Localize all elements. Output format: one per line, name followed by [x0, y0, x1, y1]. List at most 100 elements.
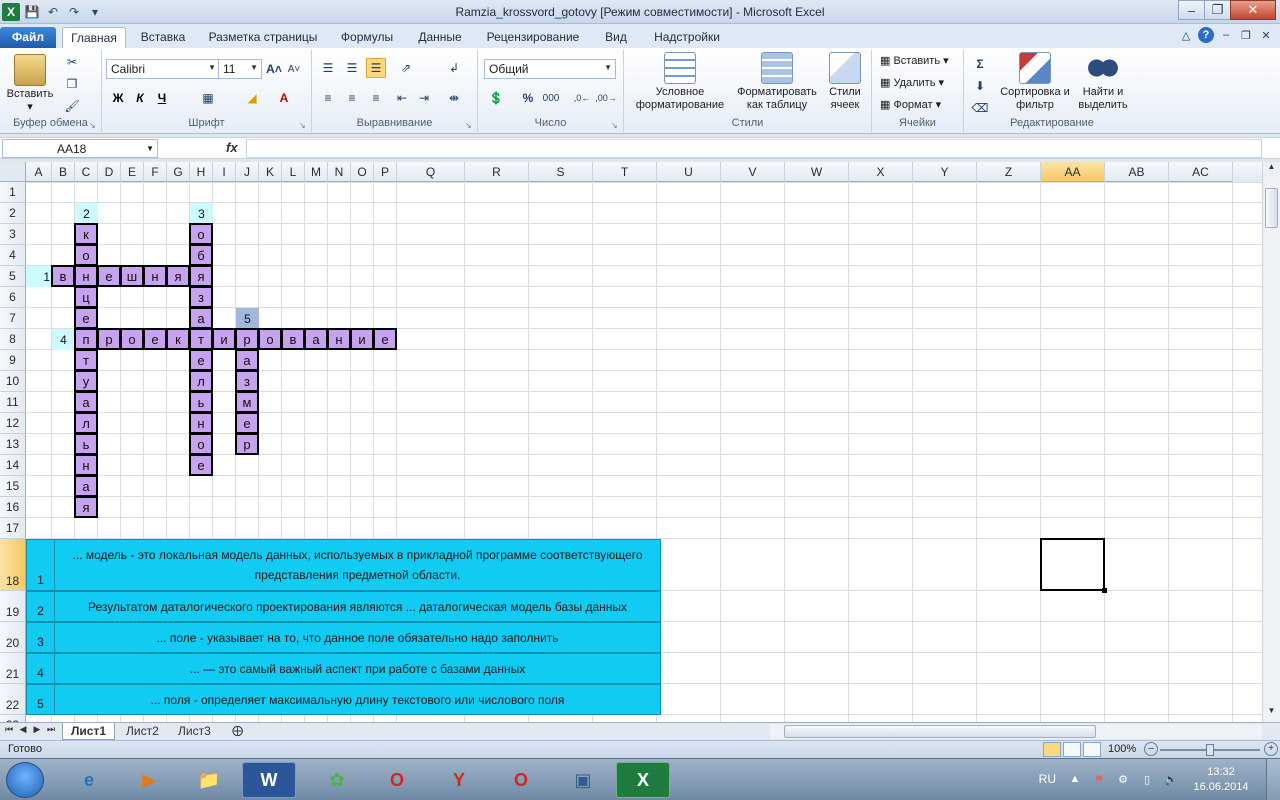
- crossword-letter-cell[interactable]: у: [74, 370, 98, 392]
- tab-file[interactable]: Файл: [0, 27, 56, 48]
- column-header[interactable]: AB: [1105, 162, 1169, 182]
- yandex-browser-icon[interactable]: Y: [432, 762, 486, 798]
- crossword-letter-cell[interactable]: а: [74, 475, 98, 497]
- close-button[interactable]: ✕: [1230, 0, 1276, 20]
- row-header[interactable]: 12: [0, 413, 26, 434]
- column-header[interactable]: X: [849, 162, 913, 182]
- row-header[interactable]: 17: [0, 518, 26, 539]
- crossword-letter-cell[interactable]: р: [235, 328, 259, 350]
- align-right-icon[interactable]: ≡: [366, 88, 386, 108]
- column-header[interactable]: N: [328, 162, 351, 182]
- scroll-up-icon[interactable]: ▲: [1263, 162, 1280, 178]
- zoom-in-icon[interactable]: +: [1264, 742, 1278, 756]
- sheet-tab-3[interactable]: Лист3: [170, 723, 219, 740]
- tab-review[interactable]: Рецензирование: [478, 27, 588, 48]
- column-header[interactable]: F: [144, 162, 167, 182]
- column-header[interactable]: C: [75, 162, 98, 182]
- thousands-button[interactable]: 000: [538, 88, 564, 108]
- maximize-button[interactable]: ❐: [1204, 0, 1231, 20]
- opera-alt-icon[interactable]: O: [494, 762, 548, 798]
- crossword-letter-cell[interactable]: б: [189, 244, 213, 266]
- clue-row[interactable]: 2 Результатом даталогического проектирова…: [26, 591, 661, 622]
- column-header[interactable]: O: [351, 162, 374, 182]
- clue-row[interactable]: 3 ... поле - указывает на то, что данное …: [26, 622, 661, 653]
- crossword-letter-cell[interactable]: н: [143, 265, 167, 287]
- tray-app-icon[interactable]: ⚙: [1116, 773, 1130, 787]
- crossword-number-cell[interactable]: 1: [26, 266, 52, 287]
- copy-icon[interactable]: ❐: [62, 74, 82, 94]
- crossword-letter-cell[interactable]: е: [235, 412, 259, 434]
- crossword-letter-cell[interactable]: е: [189, 454, 213, 476]
- column-header[interactable]: M: [305, 162, 328, 182]
- align-middle-icon[interactable]: ☰: [342, 58, 362, 78]
- column-header[interactable]: Y: [913, 162, 977, 182]
- next-sheet-icon[interactable]: ▶: [30, 724, 44, 740]
- crossword-letter-cell[interactable]: и: [350, 328, 374, 350]
- normal-view-icon[interactable]: [1043, 742, 1061, 757]
- increase-indent-icon[interactable]: ⇥: [414, 88, 434, 108]
- column-header[interactable]: G: [167, 162, 190, 182]
- column-header[interactable]: H: [190, 162, 213, 182]
- number-launcher-icon[interactable]: ↘: [611, 121, 620, 130]
- tray-expand-icon[interactable]: ▲: [1068, 773, 1082, 787]
- page-break-view-icon[interactable]: [1083, 742, 1101, 757]
- column-header[interactable]: V: [721, 162, 785, 182]
- italic-button[interactable]: К: [130, 88, 150, 108]
- row-header[interactable]: 10: [0, 371, 26, 392]
- font-name-combo[interactable]: Calibri ▼: [106, 59, 220, 79]
- cell-styles-button[interactable]: Стили ячеек: [822, 52, 868, 112]
- orientation-icon[interactable]: ⇗: [396, 58, 416, 78]
- borders-icon[interactable]: ▦: [198, 88, 218, 108]
- crossword-letter-cell[interactable]: н: [74, 265, 98, 287]
- row-header[interactable]: 6: [0, 287, 26, 308]
- crossword-letter-cell[interactable]: о: [189, 433, 213, 455]
- excel-taskbar-button[interactable]: X: [616, 762, 670, 798]
- row-header[interactable]: 20: [0, 622, 26, 653]
- crossword-letter-cell[interactable]: т: [74, 349, 98, 371]
- paste-button[interactable]: Вставить ▾: [6, 54, 54, 114]
- column-header[interactable]: S: [529, 162, 593, 182]
- doc-close-icon[interactable]: ✕: [1258, 27, 1274, 43]
- row-header[interactable]: 3: [0, 224, 26, 245]
- grow-font-icon[interactable]: A˄: [264, 59, 284, 79]
- crossword-letter-cell[interactable]: я: [189, 265, 213, 287]
- sheet-tab-2[interactable]: Лист2: [118, 723, 167, 740]
- crossword-letter-cell[interactable]: а: [189, 307, 213, 329]
- insert-cells-button[interactable]: ▦ Вставить ▾: [880, 54, 949, 67]
- font-color-icon[interactable]: A: [274, 88, 294, 108]
- column-header[interactable]: K: [259, 162, 282, 182]
- crossword-letter-cell[interactable]: ь: [74, 433, 98, 455]
- zoom-slider-knob[interactable]: [1206, 744, 1214, 756]
- zoom-level[interactable]: 100%: [1108, 743, 1136, 755]
- column-header[interactable]: Z: [977, 162, 1041, 182]
- row-header[interactable]: 11: [0, 392, 26, 413]
- column-header[interactable]: B: [52, 162, 75, 182]
- crossword-number-cell[interactable]: 5: [236, 308, 259, 329]
- show-desktop-button[interactable]: [1266, 759, 1280, 800]
- column-header[interactable]: P: [374, 162, 397, 182]
- minimize-button[interactable]: –: [1178, 0, 1205, 20]
- crossword-letter-cell[interactable]: ш: [120, 265, 144, 287]
- merge-center-icon[interactable]: ⇼: [444, 88, 464, 108]
- crossword-letter-cell[interactable]: з: [189, 286, 213, 308]
- opera-icon[interactable]: O: [370, 762, 424, 798]
- insert-function-icon[interactable]: fx: [226, 140, 238, 155]
- crossword-letter-cell[interactable]: я: [166, 265, 190, 287]
- column-header[interactable]: R: [465, 162, 529, 182]
- language-indicator[interactable]: RU: [1039, 772, 1056, 786]
- volume-icon[interactable]: 🔈: [1164, 773, 1178, 787]
- vertical-scrollbar[interactable]: ▲ ▼: [1262, 162, 1280, 722]
- column-header[interactable]: AA: [1041, 162, 1105, 182]
- tab-home[interactable]: Главная: [62, 27, 126, 48]
- format-as-table-button[interactable]: Форматировать как таблицу: [732, 52, 822, 112]
- crossword-letter-cell[interactable]: е: [189, 349, 213, 371]
- crossword-number-cell[interactable]: 3: [190, 203, 213, 224]
- crossword-letter-cell[interactable]: я: [74, 496, 98, 518]
- row-header[interactable]: 14: [0, 455, 26, 476]
- row-header[interactable]: 4: [0, 245, 26, 266]
- bold-button[interactable]: Ж: [108, 88, 128, 108]
- vertical-scroll-thumb[interactable]: [1265, 188, 1278, 228]
- ribbon-collapse-icon[interactable]: △: [1178, 27, 1194, 43]
- tab-data[interactable]: Данные: [410, 27, 470, 48]
- page-layout-view-icon[interactable]: [1063, 742, 1081, 757]
